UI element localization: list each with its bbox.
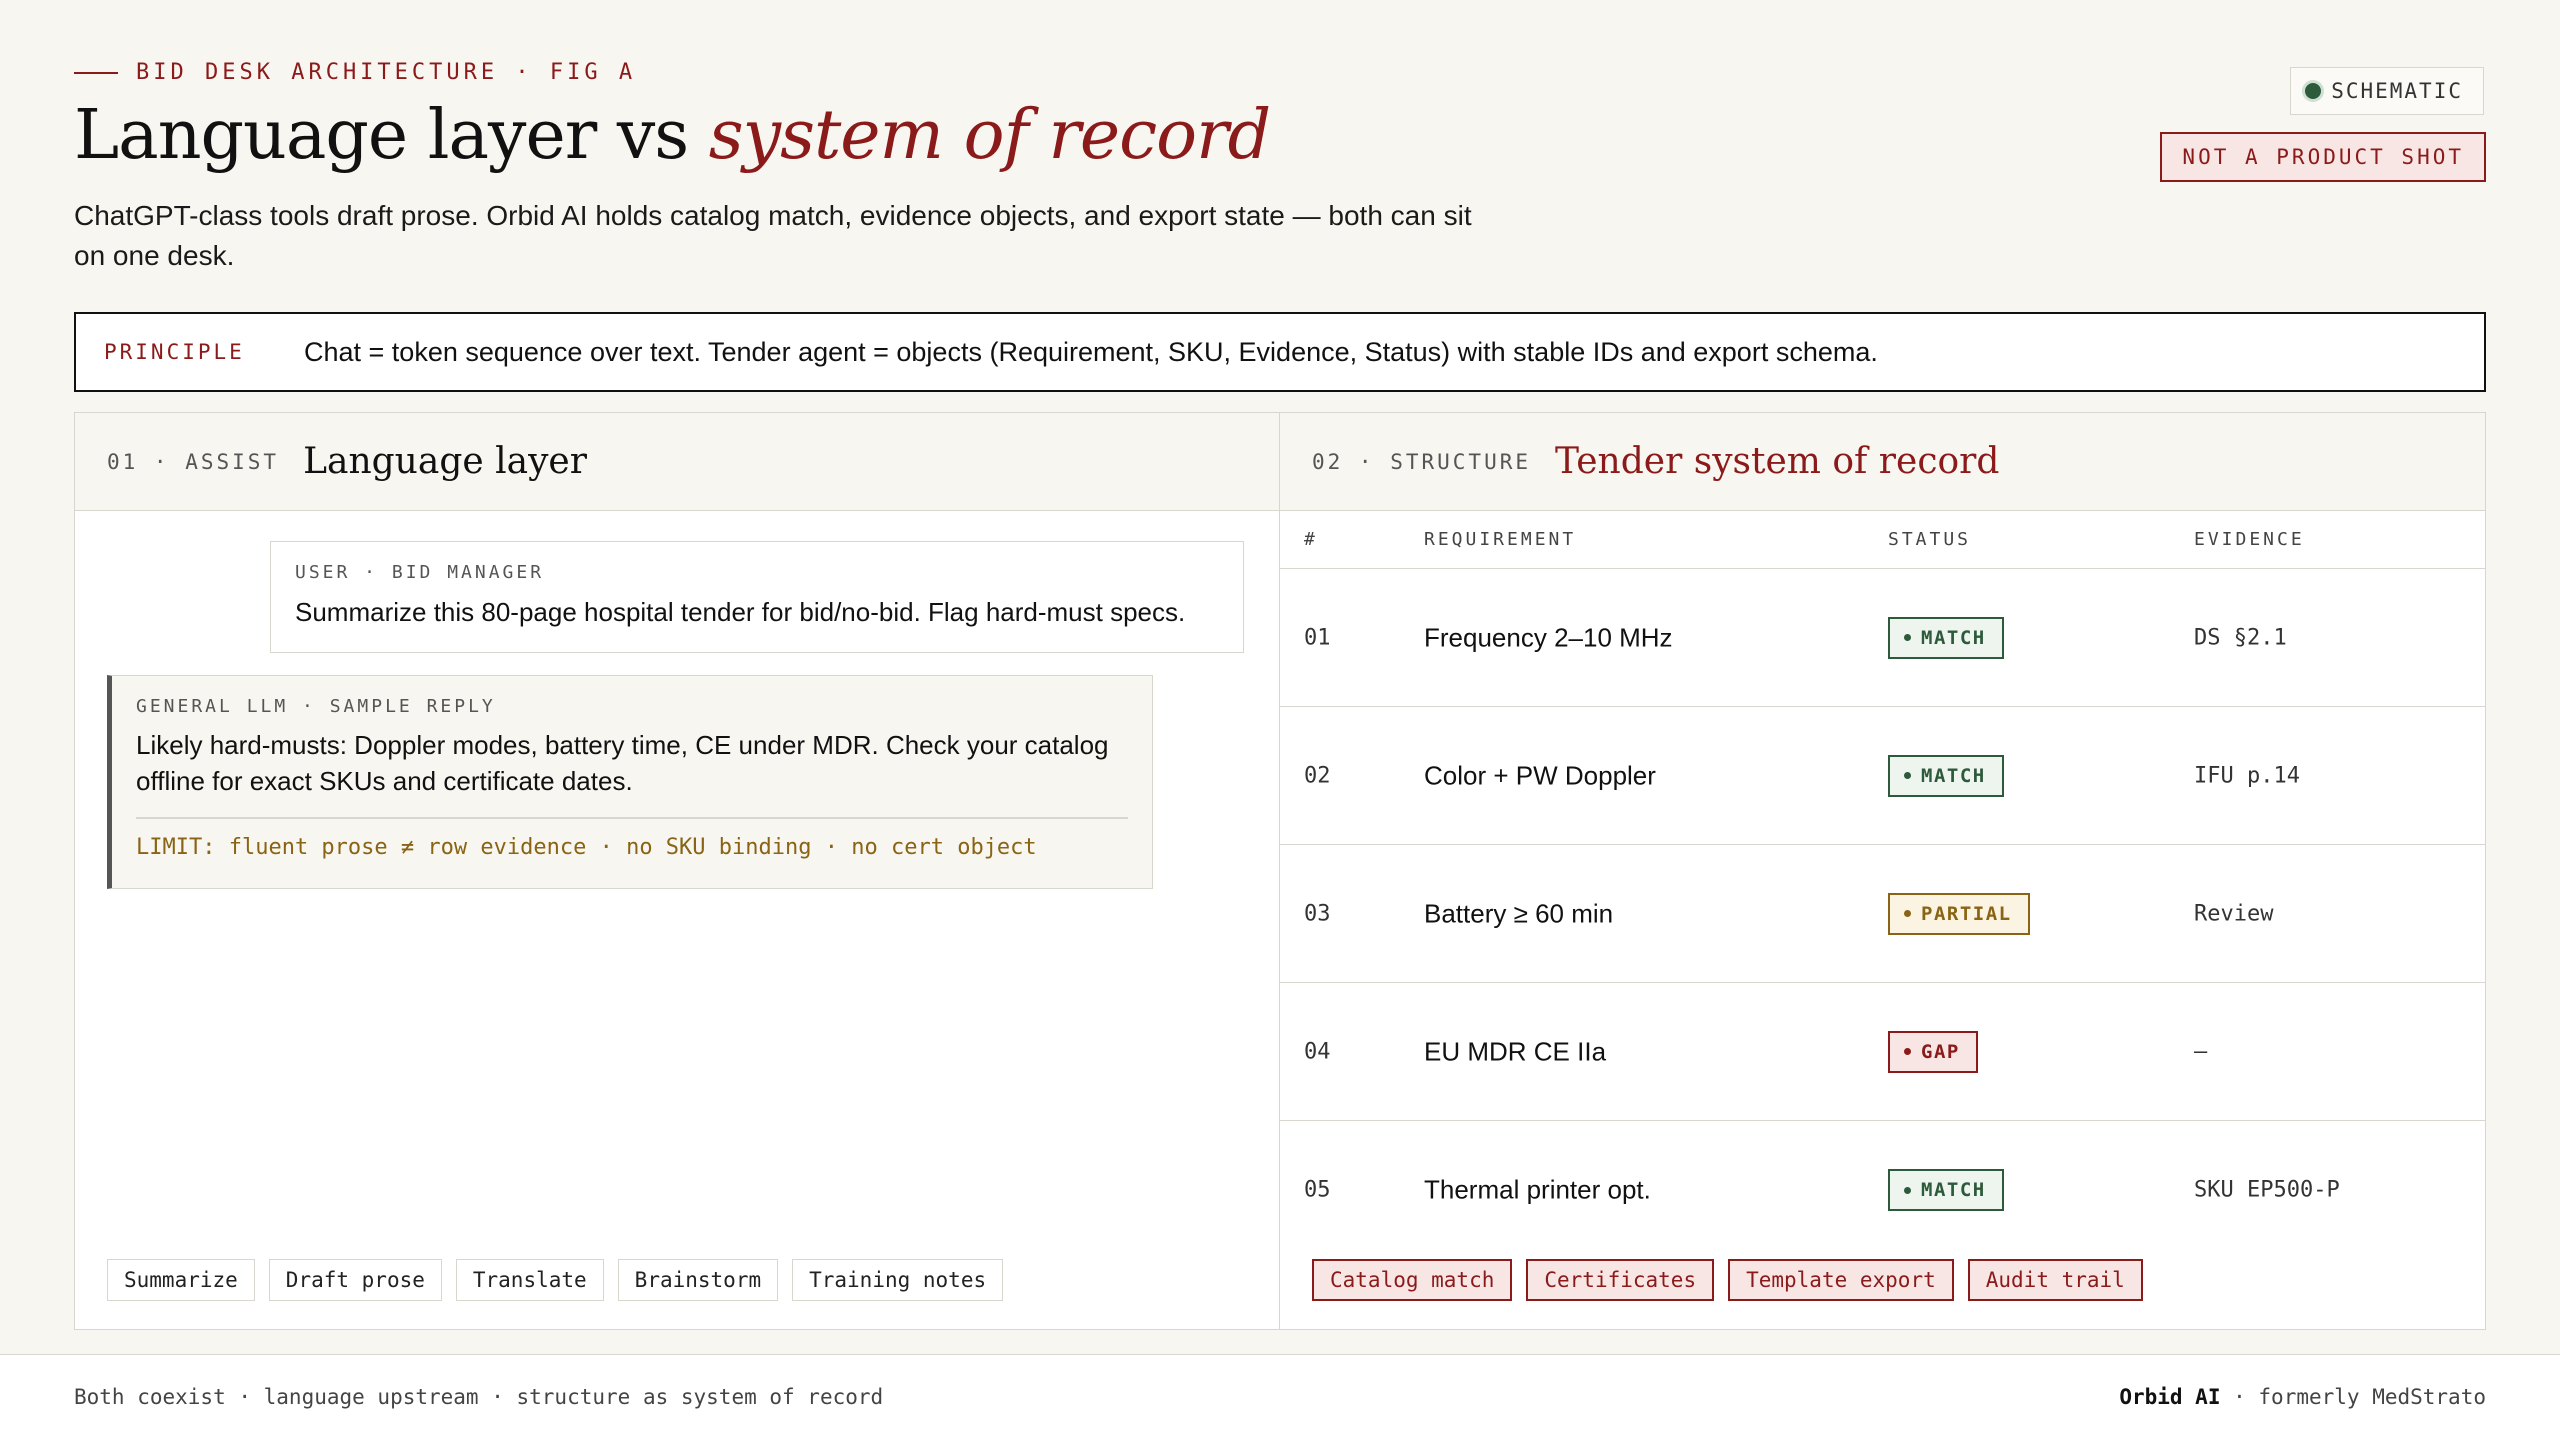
llm-reply: GENERAL LLM · SAMPLE REPLY Likely hard-m… — [107, 675, 1153, 889]
schematic-badge: SCHEMATIC — [2290, 67, 2484, 115]
eyebrow: BID DESK ARCHITECTURE · FIG A — [74, 60, 636, 85]
panel-title: Language layer — [303, 441, 587, 482]
chip-certificates: Certificates — [1526, 1259, 1715, 1301]
chip-brainstorm: Brainstorm — [617, 1259, 779, 1301]
row-id: 02 — [1304, 763, 1331, 788]
brand-name: Orbid AI — [2119, 1385, 2221, 1409]
row-evidence: IFU p.14 — [2194, 763, 2300, 788]
chip-catalog-match: Catalog match — [1312, 1259, 1513, 1301]
page-title: Language layer vs system of record — [74, 96, 1271, 175]
row-requirement: Frequency 2–10 MHz — [1424, 622, 1673, 652]
column-header: EVIDENCE — [2194, 529, 2305, 550]
status-dot-icon — [1904, 634, 1911, 641]
chip-template-export: Template export — [1728, 1259, 1954, 1301]
chip-training-notes: Training notes — [792, 1259, 1004, 1301]
status-dot-icon — [2305, 83, 2322, 99]
panel-number: 01 · ASSIST — [107, 449, 280, 474]
status-badge: MATCH — [1888, 616, 2004, 659]
status-text: MATCH — [1921, 1179, 1986, 1201]
row-requirement: Thermal printer opt. — [1424, 1174, 1651, 1205]
limit-note: LIMIT: fluent prose ≠ row evidence · no … — [136, 834, 1037, 860]
status-badge: MATCH — [1888, 754, 2004, 797]
eyebrow-text: BID DESK ARCHITECTURE · FIG A — [136, 60, 637, 85]
status-text: MATCH — [1921, 626, 1986, 649]
row-requirement: Battery ≥ 60 min — [1424, 898, 1614, 928]
panel-header: 01 · ASSIST Language layer — [75, 413, 1279, 511]
eyebrow-rule — [74, 71, 118, 74]
system-of-record-panel: 02 · STRUCTURE Tender system of record #… — [1280, 413, 2485, 1329]
status-dot-icon — [1904, 772, 1911, 779]
comparison-panels: 01 · ASSIST Language layer USER · BID MA… — [74, 412, 2486, 1330]
row-evidence: Review — [2194, 901, 2274, 926]
principle-label: PRINCIPLE — [104, 340, 245, 364]
row-evidence: SKU EP500-P — [2194, 1177, 2340, 1203]
column-header: # — [1304, 529, 1318, 550]
row-requirement: Color + PW Doppler — [1424, 760, 1656, 790]
row-requirement: EU MDR CE IIa — [1424, 1036, 1607, 1066]
language-layer-panel: 01 · ASSIST Language layer USER · BID MA… — [75, 413, 1280, 1329]
llm-reply-label: GENERAL LLM · SAMPLE REPLY — [136, 696, 496, 717]
llm-reply-text: Likely hard-musts: Doppler modes, batter… — [136, 730, 1109, 796]
user-message: USER · BID MANAGER Summarize this 80-pag… — [270, 541, 1244, 653]
page-subtitle: ChatGPT-class tools draft prose. Orbid A… — [74, 200, 1472, 271]
status-text: MATCH — [1921, 764, 1986, 787]
panel-header: 02 · STRUCTURE Tender system of record — [1280, 413, 2485, 511]
table-row: 02 Color + PW Doppler MATCH IFU p.14 — [1280, 707, 2485, 845]
status-dot-icon — [1904, 1186, 1911, 1194]
principle-box: PRINCIPLE Chat = token sequence over tex… — [74, 312, 2486, 392]
panel-title: Tender system of record — [1555, 441, 2000, 482]
user-message-label: USER · BID MANAGER — [295, 562, 545, 583]
title-main: Language layer vs — [74, 96, 709, 175]
requirements-table: 01 Frequency 2–10 MHz MATCH DS §2.1 02 C… — [1280, 569, 2485, 1259]
table-row: 03 Battery ≥ 60 min PARTIAL Review — [1280, 845, 2485, 983]
row-evidence: DS §2.1 — [2194, 625, 2287, 650]
status-dot-icon — [1904, 1048, 1911, 1055]
not-product-badge: NOT A PRODUCT SHOT — [2160, 132, 2486, 182]
footer-caption: Both coexist · language upstream · struc… — [74, 1385, 884, 1409]
row-evidence: — — [2194, 1039, 2208, 1064]
panel-number: 02 · STRUCTURE — [1312, 449, 1532, 474]
divider — [136, 817, 1128, 819]
schematic-label: SCHEMATIC — [2331, 79, 2463, 103]
row-id: 05 — [1304, 1177, 1331, 1203]
column-header: STATUS — [1888, 529, 1972, 550]
table-row: 01 Frequency 2–10 MHz MATCH DS §2.1 — [1280, 569, 2485, 707]
capability-chips: Catalog match Certificates Template expo… — [1312, 1259, 2143, 1301]
status-text: PARTIAL — [1921, 902, 2012, 925]
status-badge: GAP — [1888, 1030, 1978, 1073]
brand-suffix: · formerly MedStrato — [2220, 1385, 2486, 1409]
capability-chips: Summarize Draft prose Translate Brainsto… — [107, 1259, 1004, 1301]
footer-brand: Orbid AI · formerly MedStrato — [2119, 1385, 2486, 1409]
chip-audit-trail: Audit trail — [1967, 1259, 2143, 1301]
chip-draft-prose: Draft prose — [268, 1259, 442, 1301]
row-id: 04 — [1304, 1039, 1331, 1064]
principle-text: Chat = token sequence over text. Tender … — [304, 336, 1878, 367]
status-badge: MATCH — [1888, 1169, 2004, 1211]
table-row: 05 Thermal printer opt. MATCH SKU EP500-… — [1280, 1121, 2485, 1259]
user-message-text: Summarize this 80-page hospital tender f… — [295, 597, 1186, 627]
title-accent: system of record — [708, 96, 1271, 175]
status-badge: PARTIAL — [1888, 892, 2030, 935]
status-dot-icon — [1904, 910, 1911, 917]
chip-translate: Translate — [455, 1259, 604, 1301]
status-text: GAP — [1921, 1040, 1960, 1063]
row-id: 03 — [1304, 901, 1331, 926]
table-header: # REQUIREMENT STATUS EVIDENCE — [1280, 511, 2485, 569]
footer: Both coexist · language upstream · struc… — [0, 1354, 2560, 1440]
row-id: 01 — [1304, 625, 1331, 650]
chip-summarize: Summarize — [107, 1259, 255, 1301]
table-row: 04 EU MDR CE IIa GAP — — [1280, 983, 2485, 1121]
column-header: REQUIREMENT — [1424, 529, 1577, 550]
